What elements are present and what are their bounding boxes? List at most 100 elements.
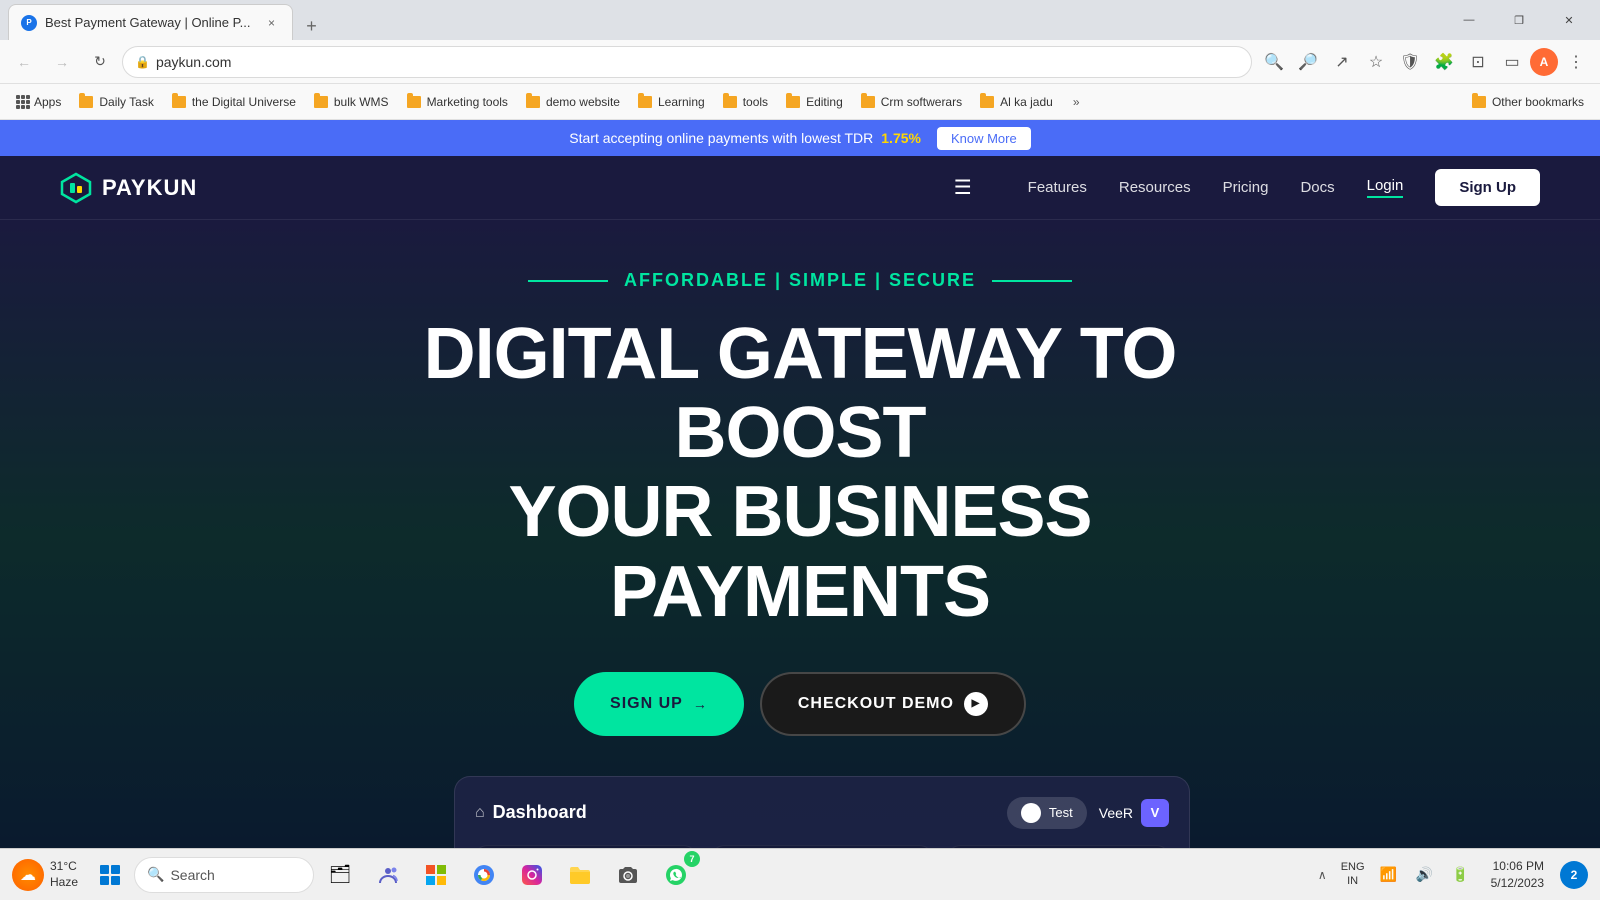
bookmark-bulk-wms[interactable]: bulk WMS: [306, 91, 397, 113]
sidebar-button[interactable]: ▭: [1496, 46, 1528, 78]
weather-desc: Haze: [50, 875, 78, 891]
network-tray-icon[interactable]: ENGIN: [1339, 861, 1367, 889]
bookmarks-more-button[interactable]: »: [1067, 91, 1086, 113]
folder-icon: [980, 96, 994, 108]
address-bar[interactable]: 🔒 paykun.com: [122, 46, 1252, 78]
other-bookmarks-label: Other bookmarks: [1492, 95, 1584, 109]
bookmark-demo-website[interactable]: demo website: [518, 91, 628, 113]
other-bookmarks-button[interactable]: Other bookmarks: [1464, 91, 1592, 113]
close-button[interactable]: ✕: [1546, 4, 1592, 36]
pricing-link[interactable]: Pricing: [1223, 179, 1269, 196]
forward-button[interactable]: →: [46, 46, 78, 78]
success-rate-card: Sucess rate ⓘ 100% ↑ 99%: [948, 845, 1169, 848]
adblocker-button[interactable]: 🛡: [1394, 46, 1426, 78]
search-bar[interactable]: 🔍 Search: [134, 857, 314, 893]
notification-button[interactable]: 2: [1560, 861, 1588, 889]
bookmark-tools[interactable]: tools: [715, 91, 776, 113]
bookmark-learning[interactable]: Learning: [630, 91, 713, 113]
volume-icon[interactable]: 🔊: [1411, 861, 1439, 889]
tab-close-button[interactable]: ×: [262, 14, 280, 32]
bookmark-crm[interactable]: Crm softwerars: [853, 91, 970, 113]
splitview-button[interactable]: ⊡: [1462, 46, 1494, 78]
instagram-app[interactable]: [510, 853, 554, 897]
signup-nav-button[interactable]: Sign Up: [1435, 169, 1540, 206]
bookmark-al-jadu[interactable]: Al ka jadu: [972, 91, 1061, 113]
folder-icon: [638, 96, 652, 108]
bookmark-button[interactable]: ☆: [1360, 46, 1392, 78]
minimize-button[interactable]: —: [1446, 4, 1492, 36]
whatsapp-app[interactable]: 7: [654, 853, 698, 897]
bookmark-marketing-tools[interactable]: Marketing tools: [399, 91, 516, 113]
wifi-icon[interactable]: 📶: [1375, 861, 1403, 889]
folder-icon: [407, 96, 421, 108]
tagline-line-left: [528, 280, 608, 282]
profile-button[interactable]: A: [1530, 48, 1558, 76]
docs-link[interactable]: Docs: [1300, 179, 1334, 196]
refresh-button[interactable]: ↻: [84, 46, 116, 78]
tab-title: Best Payment Gateway | Online P...: [45, 15, 250, 30]
bookmark-bulk-wms-label: bulk WMS: [334, 95, 389, 109]
hero-heading-line2: YOUR BUSINESS PAYMENTS: [508, 472, 1091, 631]
logo-text: PAYKUN: [102, 175, 197, 201]
share-button[interactable]: ↗: [1326, 46, 1358, 78]
taskview-button[interactable]: 🗂: [318, 853, 362, 897]
browser-nav-bar: ← → ↻ 🔒 paykun.com 🔍 🔎 ↗ ☆ 🛡 🧩 ⊡ ▭ A ⋮: [0, 40, 1600, 84]
title-bar: P Best Payment Gateway | Online P... × +…: [0, 0, 1600, 40]
teams-app[interactable]: [366, 853, 410, 897]
bookmark-digital-universe[interactable]: the Digital Universe: [164, 91, 304, 113]
know-more-button[interactable]: Know More: [937, 127, 1031, 150]
bookmark-marketing-tools-label: Marketing tools: [427, 95, 508, 109]
weather-widget[interactable]: ☁ 31°C Haze: [12, 859, 78, 891]
hero-heading: DIGITAL GATEWAY TO BOOST YOUR BUSINESS P…: [350, 315, 1250, 632]
tray-expand-button[interactable]: ∧: [1314, 864, 1331, 886]
file-explorer-app[interactable]: [558, 853, 602, 897]
features-link[interactable]: Features: [1028, 179, 1087, 196]
search-browser-button[interactable]: 🔍: [1258, 46, 1290, 78]
clock-date: 5/12/2023: [1491, 875, 1544, 892]
home-icon: ⌂: [475, 804, 485, 822]
login-button[interactable]: Login: [1367, 177, 1404, 198]
menu-button[interactable]: ⋮: [1560, 46, 1592, 78]
hero-signup-button[interactable]: SIGN UP →: [574, 672, 744, 736]
clock[interactable]: 10:06 PM 5/12/2023: [1483, 854, 1552, 896]
bookmark-tools-label: tools: [743, 95, 768, 109]
hamburger-icon[interactable]: ☰: [954, 175, 972, 200]
tab-bar: P Best Payment Gateway | Online P... × +: [8, 0, 1446, 40]
dashboard-header: ⌂ Dashboard Test VeeR V: [475, 797, 1169, 829]
search-icon: 🔍: [147, 866, 164, 883]
hero-heading-line1: DIGITAL GATEWAY TO BOOST: [424, 314, 1177, 473]
battery-icon[interactable]: 🔋: [1447, 861, 1475, 889]
bookmark-editing[interactable]: Editing: [778, 91, 851, 113]
microsoft-store-app[interactable]: [414, 853, 458, 897]
bookmark-apps[interactable]: Apps: [8, 91, 69, 113]
extensions-button[interactable]: 🧩: [1428, 46, 1460, 78]
zoom-button[interactable]: 🔎: [1292, 46, 1324, 78]
user-info: VeeR V: [1099, 799, 1169, 827]
resources-link[interactable]: Resources: [1119, 179, 1191, 196]
taskbar-right: ∧ ENGIN 📶 🔊 🔋 10:06 PM 5/12/2023 2: [1314, 854, 1588, 896]
new-tab-button[interactable]: +: [297, 12, 325, 40]
active-tab[interactable]: P Best Payment Gateway | Online P... ×: [8, 4, 293, 40]
bookmark-editing-label: Editing: [806, 95, 843, 109]
whatsapp-badge-count: 7: [684, 851, 700, 867]
dashboard-title: ⌂ Dashboard: [475, 802, 587, 823]
tagline-text: AFFORDABLE | SIMPLE | SECURE: [624, 270, 976, 291]
bookmark-daily-task[interactable]: Daily Task: [71, 91, 161, 113]
tagline-line-right: [992, 280, 1072, 282]
maximize-button[interactable]: ❐: [1496, 4, 1542, 36]
chrome-app[interactable]: [462, 853, 506, 897]
announcement-bar: Start accepting online payments with low…: [0, 120, 1600, 156]
start-button[interactable]: [90, 855, 130, 895]
checkout-demo-button[interactable]: CHECKOUT DEMO ▶: [760, 672, 1026, 736]
arrow-right-icon: →: [693, 696, 708, 712]
back-button[interactable]: ←: [8, 46, 40, 78]
dashboard-controls: Test VeeR V: [1007, 797, 1169, 829]
logo[interactable]: PAYKUN: [60, 172, 197, 204]
test-toggle[interactable]: Test: [1007, 797, 1087, 829]
tab-favicon: P: [21, 15, 37, 31]
camera-app[interactable]: [606, 853, 650, 897]
folder-icon: [786, 96, 800, 108]
nav-links: ☰ Features Resources Pricing Docs Login …: [954, 169, 1540, 206]
main-nav: PAYKUN ☰ Features Resources Pricing Docs…: [0, 156, 1600, 220]
bookmark-demo-website-label: demo website: [546, 95, 620, 109]
